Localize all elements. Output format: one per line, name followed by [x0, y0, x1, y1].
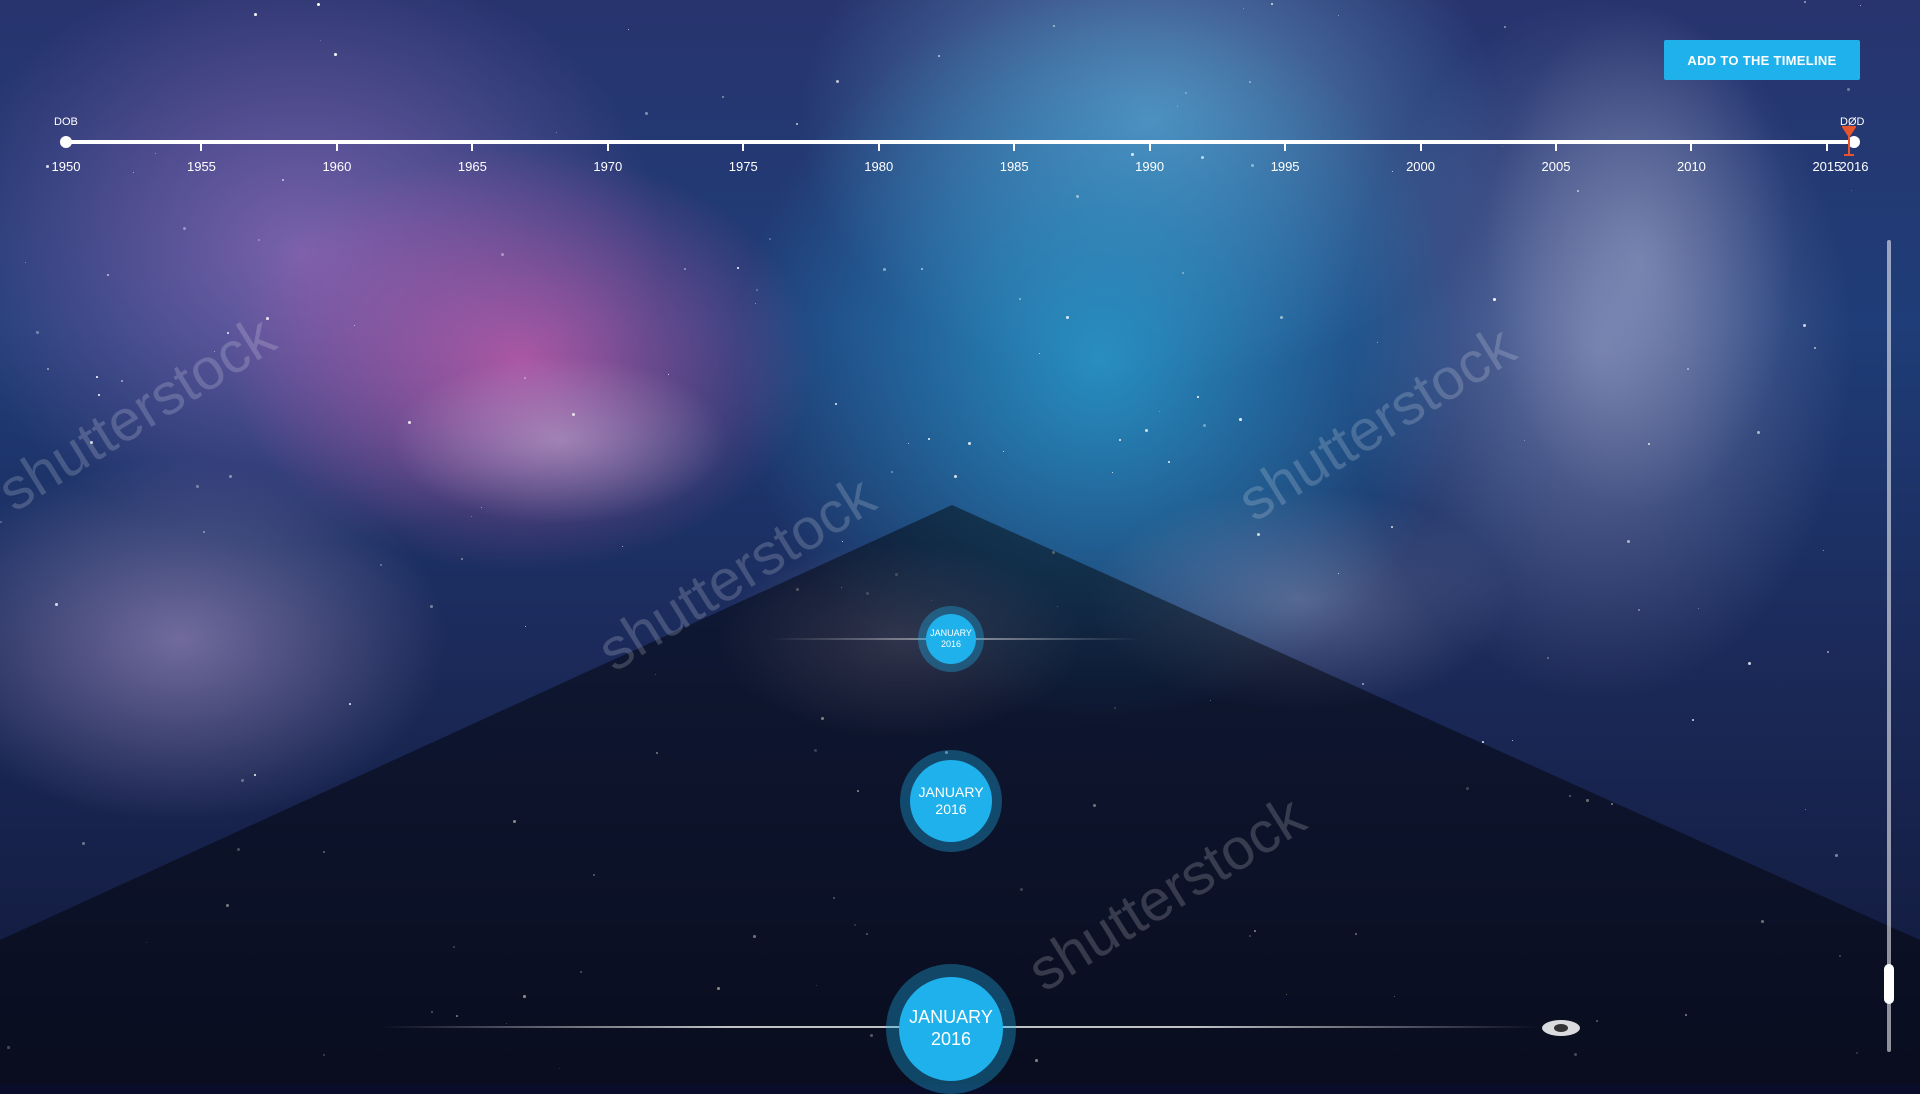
event-node-small[interactable]: JANUARY 2016: [918, 606, 984, 672]
event-year: 2016: [930, 1029, 972, 1049]
timeline-axis[interactable]: [66, 140, 1854, 144]
event-year: 2016: [940, 639, 962, 649]
timeline-tick: [1013, 144, 1016, 151]
tick-label: 1965: [457, 159, 487, 174]
timeline-tick: [1825, 144, 1828, 151]
tick-label: 2000: [1406, 159, 1435, 174]
current-position-marker[interactable]: [1841, 126, 1856, 156]
timeline-tick: [471, 144, 474, 151]
tick-label: 1970: [593, 159, 623, 174]
tick-label-start: 1950: [51, 159, 81, 174]
tick-label-end: 2016: [1839, 159, 1869, 174]
timeline-tick: [877, 144, 880, 151]
timeline-tick: [335, 144, 338, 151]
event-year: 2016: [935, 801, 967, 817]
timeline-tick: [1284, 144, 1287, 151]
event-node-large[interactable]: JANUARY 2016: [886, 964, 1016, 1094]
tick-label: 1975: [728, 159, 758, 174]
timeline-tick: [1690, 144, 1693, 151]
timeline-start-handle[interactable]: [60, 136, 72, 148]
event-month: JANUARY: [909, 1007, 993, 1028]
timeline-tick: [742, 144, 745, 151]
timeline-start-label: DOB: [54, 116, 78, 128]
tick-label: 2005: [1541, 159, 1571, 174]
vertical-scrollbar[interactable]: [1887, 240, 1891, 1052]
timeline-tick: [200, 144, 203, 151]
add-to-timeline-button[interactable]: ADD TO THE TIMELINE: [1664, 40, 1860, 80]
horizontal-scroll-handle[interactable]: [1542, 1020, 1580, 1036]
tick-label: 1980: [864, 159, 894, 174]
vertical-scrollbar-thumb[interactable]: [1884, 964, 1894, 1004]
perspective-overlay: [0, 505, 1920, 1084]
event-node-medium[interactable]: JANUARY 2016: [900, 750, 1002, 852]
tick-label: 2015: [1812, 159, 1842, 174]
timeline-tick: [1419, 144, 1422, 151]
tick-label: 1990: [1135, 159, 1165, 174]
timeline-tick: [606, 144, 609, 151]
tick-label: 1985: [999, 159, 1029, 174]
timeline-tick: [1555, 144, 1557, 151]
tick-label: 1955: [186, 159, 216, 174]
tick-label: 1960: [322, 159, 352, 174]
timeline-tick: [1148, 144, 1151, 151]
tick-label: 1995: [1270, 159, 1300, 174]
event-month: JANUARY: [930, 628, 972, 639]
event-month: JANUARY: [918, 784, 984, 801]
tick-label: 2010: [1676, 159, 1706, 174]
